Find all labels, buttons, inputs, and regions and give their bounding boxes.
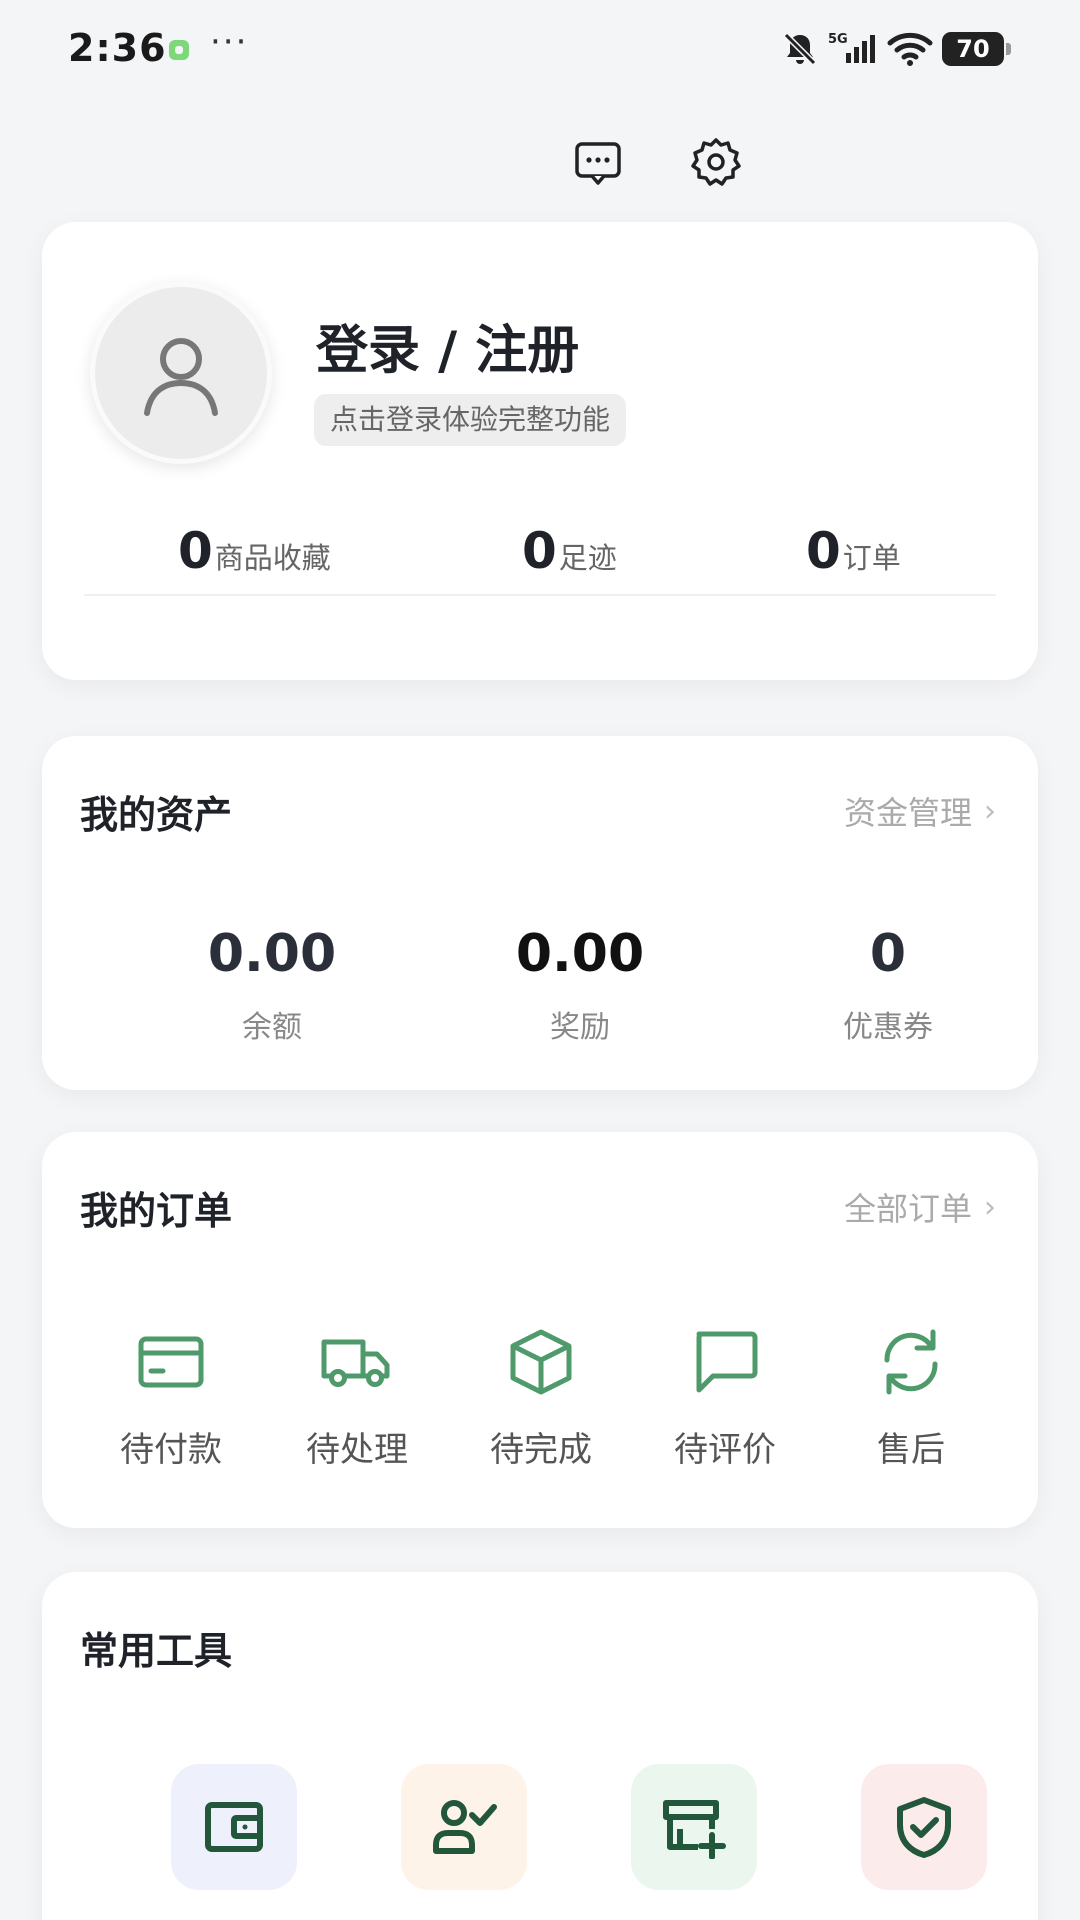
my-profile-page: 2:36 ··· 5G 70 登录 / 注册 点击登录体验完整功能 0 商品收藏… — [0, 0, 1080, 1920]
avatar[interactable] — [90, 282, 272, 464]
stat-favorites[interactable]: 0 商品收藏 — [178, 522, 331, 580]
tool-shared-store[interactable]: 共享门店工作 — [584, 1764, 804, 1920]
tool-technician-workbench[interactable]: 技师工作台 — [354, 1764, 574, 1920]
login-hint: 点击登录体验完整功能 — [314, 394, 627, 446]
status-right-group: 5G 70 — [780, 26, 1011, 72]
orders-card: 我的订单 全部订单 › 待付款 待处理 待完成 待评价 售后 — [42, 1132, 1038, 1528]
section-title: 常用工具 — [80, 1629, 233, 1673]
user-check-icon — [433, 1800, 497, 1854]
asset-value: 0 — [869, 924, 907, 984]
order-after-sales[interactable]: 售后 — [836, 1322, 986, 1471]
order-processing[interactable]: 待处理 — [282, 1322, 432, 1471]
tool-label: 技师工作台 — [354, 1912, 574, 1920]
chat-bubble-icon — [696, 1331, 758, 1393]
asset-label: 优惠券 — [843, 1010, 933, 1045]
asset-reward[interactable]: 0.00 奖励 — [450, 924, 710, 1046]
order-label: 待评价 — [674, 1430, 776, 1470]
link-label: 全部订单 — [843, 1190, 972, 1228]
tool-tile — [171, 1764, 297, 1890]
chevron-right-icon: › — [984, 793, 996, 829]
stat-orders[interactable]: 0 订单 — [806, 522, 901, 580]
refresh-icon — [884, 1329, 938, 1395]
order-label: 待完成 — [490, 1430, 592, 1470]
wallet-icon — [205, 1802, 263, 1852]
wifi-icon — [887, 32, 933, 66]
truck-icon — [321, 1339, 390, 1387]
tool-label: 共享门店工作 — [584, 1912, 804, 1920]
asset-balance[interactable]: 0.00 余额 — [142, 924, 402, 1046]
fund-management-link[interactable]: 资金管理 › — [844, 788, 996, 834]
profile-stats: 0 商品收藏 0 足迹 0 订单 — [42, 522, 1038, 582]
tool-tile — [631, 1764, 757, 1890]
section-title: 我的订单 — [80, 1189, 233, 1233]
asset-label: 余额 — [242, 1010, 302, 1045]
login-register-link[interactable]: 登录 / 注册 — [316, 308, 579, 383]
status-bar: 2:36 ··· 5G 70 — [0, 0, 1080, 100]
order-label: 售后 — [877, 1430, 945, 1470]
store-add-icon — [663, 1800, 726, 1859]
notification-dot-icon — [169, 40, 189, 60]
tool-promotion-center[interactable]: 推广中心 — [124, 1764, 344, 1920]
stat-label: 订单 — [842, 541, 901, 575]
battery-indicator: 70 — [942, 32, 1011, 66]
stat-label: 商品收藏 — [214, 541, 331, 575]
order-label: 待处理 — [306, 1430, 408, 1470]
order-to-complete[interactable]: 待完成 — [466, 1322, 616, 1471]
tools-card: 常用工具 推广中心 技师工作台 — [42, 1572, 1038, 1920]
order-to-review[interactable]: 待评价 — [650, 1322, 800, 1471]
settings-gear-icon[interactable] — [690, 136, 742, 188]
tool-tile — [861, 1764, 987, 1890]
chevron-right-icon: › — [984, 1189, 996, 1225]
stat-value: 0 — [178, 522, 213, 580]
shield-check-icon — [897, 1797, 951, 1858]
order-label: 待付款 — [120, 1430, 222, 1470]
tool-tile — [401, 1764, 527, 1890]
network-type-label: 5G — [828, 32, 848, 47]
all-orders-link[interactable]: 全部订单 › — [844, 1184, 996, 1230]
profile-card[interactable]: 登录 / 注册 点击登录体验完整功能 0 商品收藏 0 足迹 0 订单 — [42, 222, 1038, 680]
link-label: 资金管理 — [843, 794, 972, 832]
tool-guarantee-info[interactable]: 保障说明 — [814, 1764, 1034, 1920]
message-icon[interactable] — [572, 136, 624, 188]
cellular-signal-icon: 5G — [828, 32, 875, 63]
stat-footprints[interactable]: 0 足迹 — [522, 522, 617, 580]
order-pending-payment[interactable]: 待付款 — [96, 1322, 246, 1471]
status-more: ··· — [210, 22, 249, 62]
status-time: 2:36 — [68, 26, 167, 70]
card-icon — [138, 1336, 204, 1388]
asset-coupons[interactable]: 0 优惠券 — [758, 924, 1018, 1046]
divider — [84, 594, 996, 596]
section-title: 我的资产 — [80, 793, 233, 837]
bell-muted-icon — [783, 32, 817, 66]
stat-value: 0 — [806, 522, 841, 580]
box-icon — [510, 1329, 572, 1395]
tool-label: 保障说明 — [814, 1912, 1034, 1920]
stat-value: 0 — [522, 522, 557, 580]
user-avatar-icon — [144, 338, 218, 416]
stat-label: 足迹 — [558, 541, 617, 575]
tool-label: 推广中心 — [124, 1912, 344, 1920]
asset-value: 0.00 — [515, 924, 645, 984]
assets-card: 我的资产 资金管理 › 0.00 余额 0.00 奖励 0 优惠券 — [42, 736, 1038, 1090]
asset-label: 奖励 — [550, 1010, 610, 1045]
asset-value: 0.00 — [207, 924, 337, 984]
